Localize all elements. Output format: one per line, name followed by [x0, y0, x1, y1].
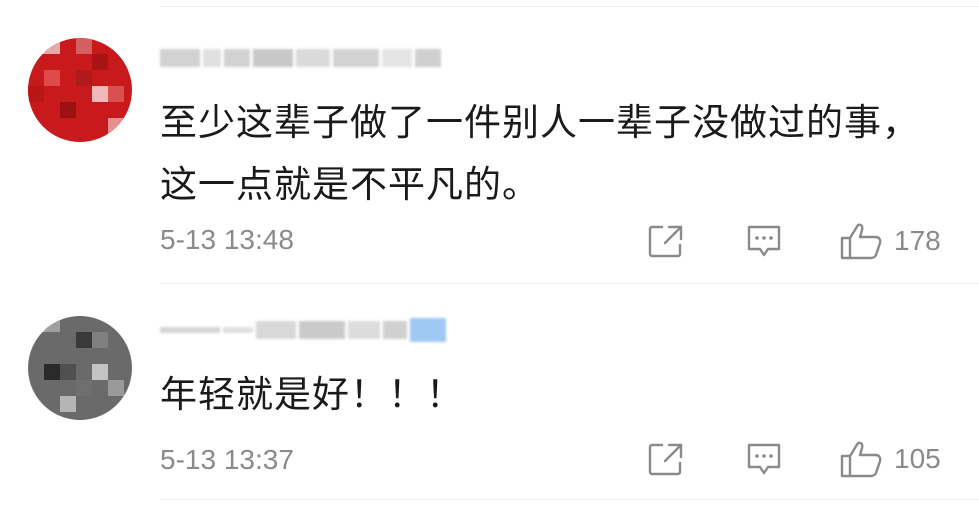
comment-icon — [747, 443, 781, 475]
avatar[interactable] — [28, 316, 132, 420]
avatar[interactable] — [28, 38, 132, 142]
divider — [160, 499, 979, 500]
share-button[interactable] — [648, 224, 684, 258]
share-icon — [648, 443, 683, 476]
like-button[interactable]: 105 — [840, 440, 941, 478]
comment-text: 至少这辈子做了一件别人一辈子没做过的事， 这一点就是不平凡的。 — [160, 101, 920, 206]
comment-item: 至少这辈子做了一件别人一辈子没做过的事， 这一点就是不平凡的。 5-13 13:… — [0, 0, 979, 282]
thumbs-up-icon — [840, 223, 882, 260]
like-button[interactable]: 178 — [840, 222, 941, 260]
comment-timestamp: 5-13 13:48 — [160, 224, 294, 255]
reply-button[interactable] — [746, 224, 782, 258]
like-count: 105 — [894, 443, 941, 474]
share-button[interactable] — [648, 442, 684, 476]
comment-icon — [747, 225, 781, 257]
share-icon — [648, 225, 683, 258]
thumbs-up-icon — [840, 441, 882, 478]
comment-list: 至少这辈子做了一件别人一辈子没做过的事， 这一点就是不平凡的。 5-13 13:… — [0, 0, 979, 506]
reply-button[interactable] — [746, 442, 782, 476]
like-count: 178 — [894, 225, 941, 256]
comment-item: 年轻就是好！！！ 5-13 13:37 105 — [0, 284, 979, 506]
username[interactable] — [160, 46, 441, 70]
comment-text: 年轻就是好！！！ — [160, 373, 464, 416]
username[interactable] — [160, 318, 446, 342]
comment-timestamp: 5-13 13:37 — [160, 444, 294, 475]
